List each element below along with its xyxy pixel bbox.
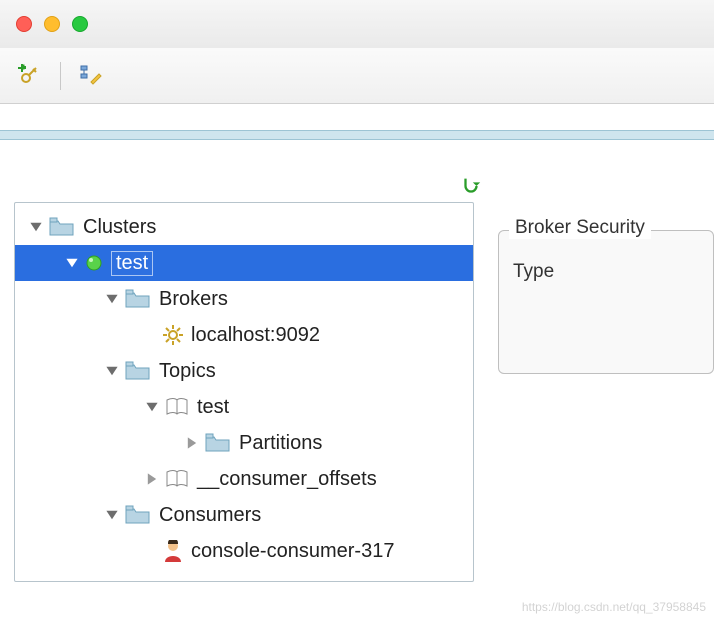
folder-icon (125, 289, 151, 309)
tree-node-consumers[interactable]: Consumers (15, 497, 473, 533)
gear-icon (163, 325, 183, 345)
chevron-down-icon[interactable] (63, 254, 81, 272)
broker-security-group: Broker Security Type (498, 230, 714, 374)
chevron-down-icon[interactable] (103, 506, 121, 524)
tree-node-brokers[interactable]: Brokers (15, 281, 473, 317)
tree-node-consumer[interactable]: console-consumer-317 (15, 533, 473, 569)
tree-node-broker[interactable]: localhost:9092 (15, 317, 473, 353)
window-close-button[interactable] (16, 16, 32, 32)
chevron-down-icon[interactable] (103, 290, 121, 308)
type-label: Type (513, 261, 699, 283)
tree-label: localhost:9092 (191, 324, 320, 347)
edit-tree-icon[interactable] (79, 64, 103, 88)
tree-label: __consumer_offsets (197, 468, 377, 491)
tree-label: Clusters (83, 216, 156, 239)
tree-node-topics[interactable]: Topics (15, 353, 473, 389)
tree-node-clusters[interactable]: Clusters (15, 209, 473, 245)
titlebar (0, 0, 714, 48)
tree-node-cluster-test[interactable]: test (15, 245, 473, 281)
group-title: Broker Security (509, 217, 651, 239)
book-icon (165, 398, 189, 416)
folder-icon (125, 361, 151, 381)
folder-icon (49, 217, 75, 237)
tree-label: Brokers (159, 288, 228, 311)
watermark: https://blog.csdn.net/qq_37958845 (522, 600, 706, 614)
tree-label: test (111, 251, 153, 276)
tree-node-topic-consumer-offsets[interactable]: __consumer_offsets (15, 461, 473, 497)
chevron-down-icon[interactable] (103, 362, 121, 380)
app-window: Clusters test (0, 0, 714, 620)
folder-icon (205, 433, 231, 453)
person-icon (163, 540, 183, 562)
tree-panel: Clusters test (14, 202, 474, 582)
toolbar-separator (60, 62, 61, 90)
status-dot-icon (85, 254, 103, 272)
tree-label: Partitions (239, 432, 322, 455)
tree-label: Topics (159, 360, 216, 383)
divider-bar (0, 130, 714, 140)
add-key-icon[interactable] (18, 64, 42, 88)
book-icon (165, 470, 189, 488)
tree-node-partitions[interactable]: Partitions (15, 425, 473, 461)
chevron-right-icon[interactable] (143, 470, 161, 488)
details-panel: Broker Security Type (494, 230, 714, 582)
chevron-down-icon[interactable] (27, 218, 45, 236)
toolbar (0, 48, 714, 104)
tree-node-topic-test[interactable]: test (15, 389, 473, 425)
tree-label: console-consumer-317 (191, 540, 394, 563)
chevron-right-icon[interactable] (183, 434, 201, 452)
chevron-down-icon[interactable] (143, 398, 161, 416)
window-minimize-button[interactable] (44, 16, 60, 32)
folder-icon (125, 505, 151, 525)
refresh-icon[interactable] (460, 175, 482, 197)
tree-label: Consumers (159, 504, 261, 527)
tree-label: test (197, 396, 229, 419)
window-zoom-button[interactable] (72, 16, 88, 32)
